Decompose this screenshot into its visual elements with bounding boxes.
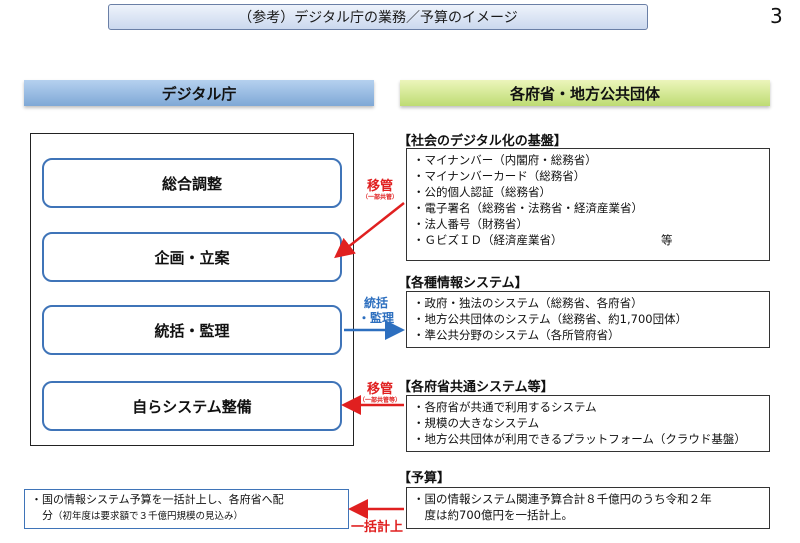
transfer-arrow-foundation [334,202,405,259]
connector-arrows [334,202,405,519]
